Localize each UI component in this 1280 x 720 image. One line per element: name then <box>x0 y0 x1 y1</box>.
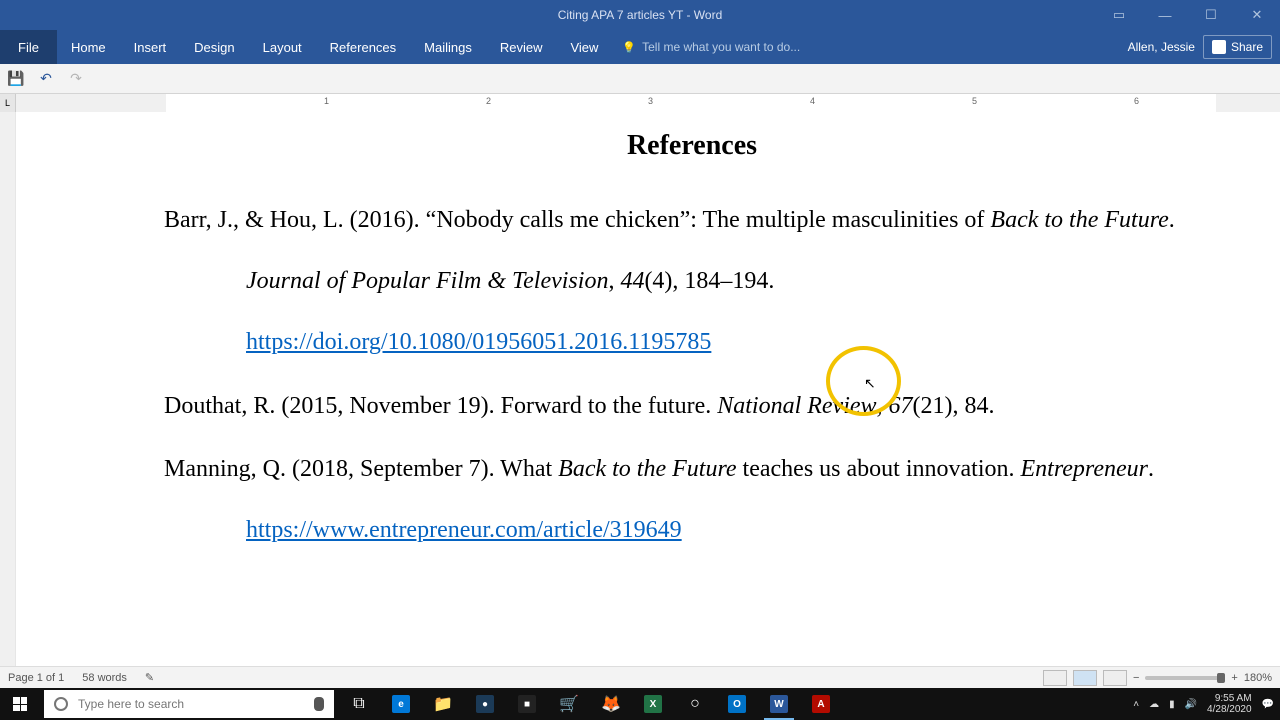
document-area: References Barr, J., & Hou, L. (2016). “… <box>0 112 1280 688</box>
taskbar-edge[interactable]: e <box>380 688 422 720</box>
page-indicator[interactable]: Page 1 of 1 <box>8 672 64 684</box>
word-count[interactable]: 58 words <box>82 672 127 684</box>
mic-icon <box>314 697 324 711</box>
taskbar-excel[interactable]: X <box>632 688 674 720</box>
title-bar: Citing APA 7 articles YT - Word ▭ — ☐ ✕ <box>0 0 1280 30</box>
taskbar-file-explorer[interactable]: 📁 <box>422 688 464 720</box>
tab-home[interactable]: Home <box>57 30 120 64</box>
share-label: Share <box>1231 40 1263 54</box>
taskbar-firefox[interactable]: 🦊 <box>590 688 632 720</box>
ribbon-tabs: File Home Insert Design Layout Reference… <box>0 30 1280 64</box>
ruler: L 1 2 3 4 5 6 <box>0 94 1280 112</box>
doc-heading: References <box>164 130 1220 162</box>
taskbar-search[interactable]: Type here to search <box>44 690 334 718</box>
redo-icon[interactable]: ↷ <box>68 71 84 87</box>
start-button[interactable] <box>0 688 40 720</box>
lightbulb-icon: 💡 <box>622 41 636 54</box>
cortana-icon <box>54 697 68 711</box>
help-ribbon-button[interactable]: ▭ <box>1096 0 1142 30</box>
zoom-slider[interactable] <box>1145 676 1225 680</box>
volume-icon[interactable]: 🔊 <box>1185 699 1197 710</box>
quick-access-toolbar: 💾 ↶ ↷ <box>0 64 1280 94</box>
close-button[interactable]: ✕ <box>1234 0 1280 30</box>
reference-entry: Manning, Q. (2018, September 7). What Ba… <box>164 439 1220 561</box>
tray-chevron-icon[interactable]: ˄ <box>1133 699 1139 710</box>
vertical-ruler[interactable] <box>0 112 16 688</box>
taskbar-apps: ⧉e📁●■🛒🦊X○OWA <box>338 688 842 720</box>
taskbar-task-view[interactable]: ⧉ <box>338 688 380 720</box>
tab-design[interactable]: Design <box>180 30 248 64</box>
tab-mailings[interactable]: Mailings <box>410 30 486 64</box>
hyperlink[interactable]: https://doi.org/10.1080/01956051.2016.11… <box>246 329 711 355</box>
onedrive-icon[interactable]: ☁ <box>1149 699 1159 710</box>
status-bar: Page 1 of 1 58 words ✎ − + 180% <box>0 666 1280 688</box>
read-mode-button[interactable] <box>1043 670 1067 686</box>
tab-layout[interactable]: Layout <box>249 30 316 64</box>
minimize-button[interactable]: — <box>1142 0 1188 30</box>
tab-view[interactable]: View <box>556 30 612 64</box>
tab-file[interactable]: File <box>0 30 57 64</box>
tab-references[interactable]: References <box>316 30 410 64</box>
share-button[interactable]: Share <box>1203 35 1272 59</box>
web-layout-button[interactable] <box>1103 670 1127 686</box>
search-placeholder: Type here to search <box>78 697 184 711</box>
reference-entry: Barr, J., & Hou, L. (2016). “Nobody call… <box>164 190 1220 374</box>
tab-review[interactable]: Review <box>486 30 557 64</box>
user-name[interactable]: Allen, Jessie <box>1128 40 1195 54</box>
clock[interactable]: 9:55 AM 4/28/2020 <box>1207 693 1252 715</box>
system-tray: ˄ ☁ ▮ 🔊 9:55 AM 4/28/2020 💬 <box>1133 693 1280 715</box>
hyperlink[interactable]: https://www.entrepreneur.com/article/319… <box>246 517 682 543</box>
taskbar-word[interactable]: W <box>758 688 800 720</box>
tell-me-search[interactable]: 💡 Tell me what you want to do... <box>622 30 800 64</box>
window-title: Citing APA 7 articles YT - Word <box>558 8 723 22</box>
zoom-out-button[interactable]: − <box>1133 672 1139 684</box>
undo-icon[interactable]: ↶ <box>38 71 54 87</box>
horizontal-ruler[interactable]: 1 2 3 4 5 6 <box>16 94 1280 112</box>
window-controls: ▭ — ☐ ✕ <box>1096 0 1280 30</box>
taskbar-app-dark[interactable]: ■ <box>506 688 548 720</box>
print-layout-button[interactable] <box>1073 670 1097 686</box>
share-icon <box>1212 40 1226 54</box>
document-page[interactable]: References Barr, J., & Hou, L. (2016). “… <box>16 112 1280 688</box>
zoom-level[interactable]: 180% <box>1244 672 1272 684</box>
save-icon[interactable]: 💾 <box>8 71 24 87</box>
proofing-icon[interactable]: ✎ <box>145 671 154 684</box>
taskbar-app-blue[interactable]: ● <box>464 688 506 720</box>
taskbar-acrobat[interactable]: A <box>800 688 842 720</box>
taskbar-outlook[interactable]: O <box>716 688 758 720</box>
tell-me-placeholder: Tell me what you want to do... <box>642 40 800 54</box>
notifications-icon[interactable]: 💬 <box>1262 699 1274 710</box>
ruler-corner: L <box>0 94 16 112</box>
zoom-in-button[interactable]: + <box>1231 672 1237 684</box>
tab-insert[interactable]: Insert <box>120 30 181 64</box>
maximize-button[interactable]: ☐ <box>1188 0 1234 30</box>
taskbar-chrome[interactable]: ○ <box>674 688 716 720</box>
network-icon[interactable]: ▮ <box>1169 699 1175 710</box>
reference-entry: Douthat, R. (2015, November 19). Forward… <box>164 376 1220 437</box>
windows-icon <box>13 697 27 711</box>
taskbar: Type here to search ⧉e📁●■🛒🦊X○OWA ˄ ☁ ▮ 🔊… <box>0 688 1280 720</box>
taskbar-store[interactable]: 🛒 <box>548 688 590 720</box>
